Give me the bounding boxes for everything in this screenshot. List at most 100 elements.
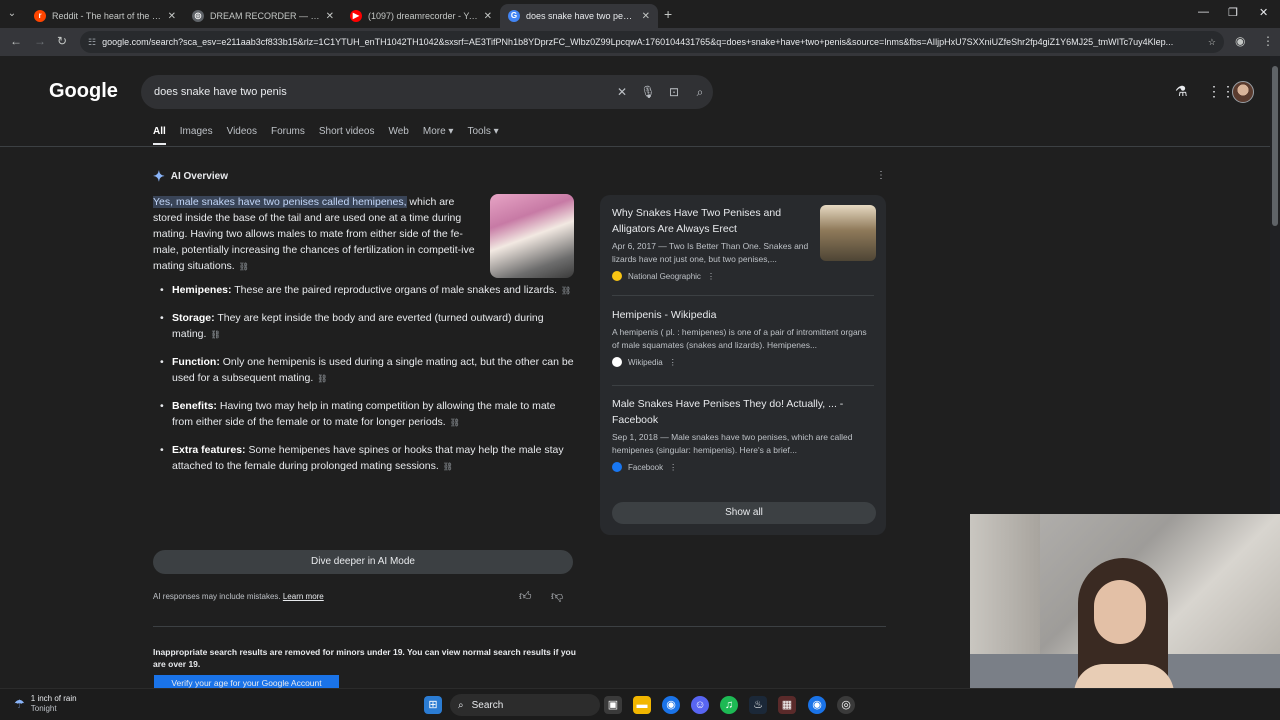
discord-icon[interactable]: ☺ xyxy=(691,696,709,714)
tab-tools[interactable]: Tools ▾ xyxy=(467,126,498,145)
bullet-term: Benefits: xyxy=(172,400,217,412)
scrollbar-thumb[interactable] xyxy=(1272,66,1278,226)
show-all-button[interactable]: Show all xyxy=(612,502,876,524)
link-icon[interactable]: ⛓ xyxy=(450,415,460,431)
learn-more-link[interactable]: Learn more xyxy=(283,592,324,601)
verify-age-button[interactable]: Verify your age for your Google Account xyxy=(154,675,339,688)
source-snippet: Apr 6, 2017 — Two Is Better Than One. Sn… xyxy=(612,241,809,264)
source-meta: Facebook ⋮ xyxy=(612,462,876,472)
more-options-icon[interactable]: ⋮ xyxy=(669,358,677,367)
app-icon[interactable]: ▦ xyxy=(778,696,796,714)
source-card[interactable]: Hemipenis - Wikipedia A hemipenis ( pl. … xyxy=(612,307,876,367)
source-card[interactable]: Why Snakes Have Two Penises and Alligato… xyxy=(612,205,812,281)
clear-icon[interactable]: ✕ xyxy=(609,85,635,99)
tab-all[interactable]: All xyxy=(153,126,166,145)
webcam-person-face xyxy=(1094,580,1146,644)
list-item: Benefits: Having two may help in mating … xyxy=(160,398,576,431)
close-tab-icon[interactable]: ✕ xyxy=(484,11,492,22)
tab-reddit[interactable]: r Reddit - The heart of the intern ✕ xyxy=(26,4,184,28)
thumbs-up-icon[interactable]: 👍︎ xyxy=(519,589,532,604)
source-title[interactable]: Hemipenis - Wikipedia xyxy=(612,307,876,323)
weather-widget[interactable]: ☂ 1 inch of rain Tonight xyxy=(14,694,77,714)
close-tab-icon[interactable]: ✕ xyxy=(326,11,334,22)
avatar[interactable] xyxy=(1232,81,1254,103)
bookmark-star-icon[interactable]: ☆ xyxy=(1208,37,1216,48)
tab-forums[interactable]: Forums xyxy=(271,126,305,145)
file-explorer-icon[interactable]: ▬ xyxy=(633,696,651,714)
source-snippet: A hemipenis ( pl. : hemipenes) is one of… xyxy=(612,327,867,350)
taskbar-search[interactable]: ⌕ Search xyxy=(450,694,600,716)
alligator-thumbnail[interactable] xyxy=(820,205,876,261)
source-card[interactable]: Male Snakes Have Penises They do! Actual… xyxy=(612,396,876,472)
ai-overview-image[interactable] xyxy=(490,194,574,278)
tab-more[interactable]: More ▾ xyxy=(423,126,454,145)
divider xyxy=(612,295,874,296)
link-icon[interactable]: ⛓ xyxy=(210,327,220,343)
microphone-icon[interactable]: 🎙 xyxy=(635,85,661,99)
close-tab-icon[interactable]: ✕ xyxy=(168,11,176,22)
more-options-icon[interactable]: ⋮ xyxy=(669,463,677,472)
steam-icon[interactable]: ♨ xyxy=(749,696,767,714)
tab-search-icon[interactable]: ⌄ xyxy=(4,6,20,22)
restore-icon[interactable]: ❐ xyxy=(1228,6,1238,19)
ai-overview-heading: ✦ AI Overview xyxy=(153,168,228,185)
source-title[interactable]: Male Snakes Have Penises They do! Actual… xyxy=(612,396,876,428)
forward-icon[interactable]: → xyxy=(34,34,46,48)
back-icon[interactable]: ← xyxy=(10,34,22,48)
lens-camera-icon[interactable]: ⊡ xyxy=(661,85,687,99)
tab-title: Reddit - The heart of the intern xyxy=(52,11,162,21)
labs-flask-icon[interactable]: ⚗ xyxy=(1175,83,1188,100)
facebook-logo-icon xyxy=(612,462,622,472)
tab-youtube[interactable]: ▶ (1097) dreamrecorder - YouTub ✕ xyxy=(342,4,500,28)
tab-google-search[interactable]: G does snake have two penis - Go ✕ xyxy=(500,4,658,28)
recorder-icon[interactable]: ◎ xyxy=(837,696,855,714)
close-window-icon[interactable]: ✕ xyxy=(1259,6,1268,19)
tab-videos[interactable]: Videos xyxy=(227,126,257,145)
address-bar[interactable]: ☷ google.com/search?sca_esv=e211aab3cf83… xyxy=(80,31,1224,53)
more-options-icon[interactable]: ⋮ xyxy=(707,272,715,281)
url-text[interactable]: google.com/search?sca_esv=e211aab3cf833b… xyxy=(102,37,1200,47)
bullet-term: Extra features: xyxy=(172,444,246,456)
windows-start-icon[interactable]: ⊞ xyxy=(424,696,442,714)
chrome-icon[interactable]: ◉ xyxy=(662,696,680,714)
minimize-icon[interactable]: — xyxy=(1198,6,1209,18)
taskbar-search-label: Search xyxy=(471,699,504,711)
google-logo[interactable]: Google xyxy=(49,80,118,103)
divider xyxy=(612,385,874,386)
search-input[interactable]: does snake have two penis xyxy=(154,86,609,98)
search-box[interactable]: does snake have two penis ✕ 🎙 ⊡ ⌕ xyxy=(141,75,713,109)
windows-taskbar: ☂ 1 inch of rain Tonight ⊞ ⌕ Search ▣ ▬ ◉ … xyxy=(0,688,1280,720)
thumbs-down-icon[interactable]: 👎︎ xyxy=(551,589,563,604)
sparkle-icon: ✦ xyxy=(153,168,165,184)
ai-overview-summary: Yes, male snakes have two penises called… xyxy=(153,194,483,275)
tab-dream-recorder[interactable]: ◎ DREAM RECORDER — DREAM ✕ xyxy=(184,4,342,28)
tab-images[interactable]: Images xyxy=(180,126,213,145)
minors-notice: Inappropriate search results are removed… xyxy=(153,647,576,669)
apps-grid-icon[interactable]: ⋮⋮ xyxy=(1207,83,1235,100)
dive-deeper-button[interactable]: Dive deeper in AI Mode xyxy=(153,550,573,574)
site-info-icon[interactable]: ☷ xyxy=(88,37,96,48)
close-tab-icon[interactable]: ✕ xyxy=(642,11,650,22)
tab-short-videos[interactable]: Short videos xyxy=(319,126,375,145)
bullet-term: Storage: xyxy=(172,312,215,324)
menu-kebab-icon[interactable]: ⋮ xyxy=(1262,34,1274,48)
source-title[interactable]: Why Snakes Have Two Penises and Alligato… xyxy=(612,205,812,237)
disclaimer-text: AI responses may include mistakes. xyxy=(153,592,281,601)
reload-icon[interactable]: ↻ xyxy=(57,34,67,48)
link-icon[interactable]: ⛓ xyxy=(239,259,249,275)
link-icon[interactable]: ⛓ xyxy=(317,371,327,387)
search-icon[interactable]: ⌕ xyxy=(687,85,713,100)
task-view-icon[interactable]: ▣ xyxy=(604,696,622,714)
tab-web[interactable]: Web xyxy=(388,126,408,145)
new-tab-icon[interactable]: + xyxy=(664,6,672,22)
spotify-icon[interactable]: ♫ xyxy=(720,696,738,714)
link-icon[interactable]: ⛓ xyxy=(561,283,571,299)
bullet-text: Having two may help in mating competitio… xyxy=(172,400,556,428)
ai-overview-menu-icon[interactable]: ⋮ xyxy=(876,170,886,181)
source-site: Facebook xyxy=(628,462,664,472)
link-icon[interactable]: ⛓ xyxy=(443,459,453,475)
bullet-term: Hemipenes: xyxy=(172,284,232,296)
profile-icon[interactable]: ◉ xyxy=(1235,34,1245,48)
chrome-active-icon[interactable]: ◉ xyxy=(808,696,826,714)
bullet-term: Function: xyxy=(172,356,220,368)
